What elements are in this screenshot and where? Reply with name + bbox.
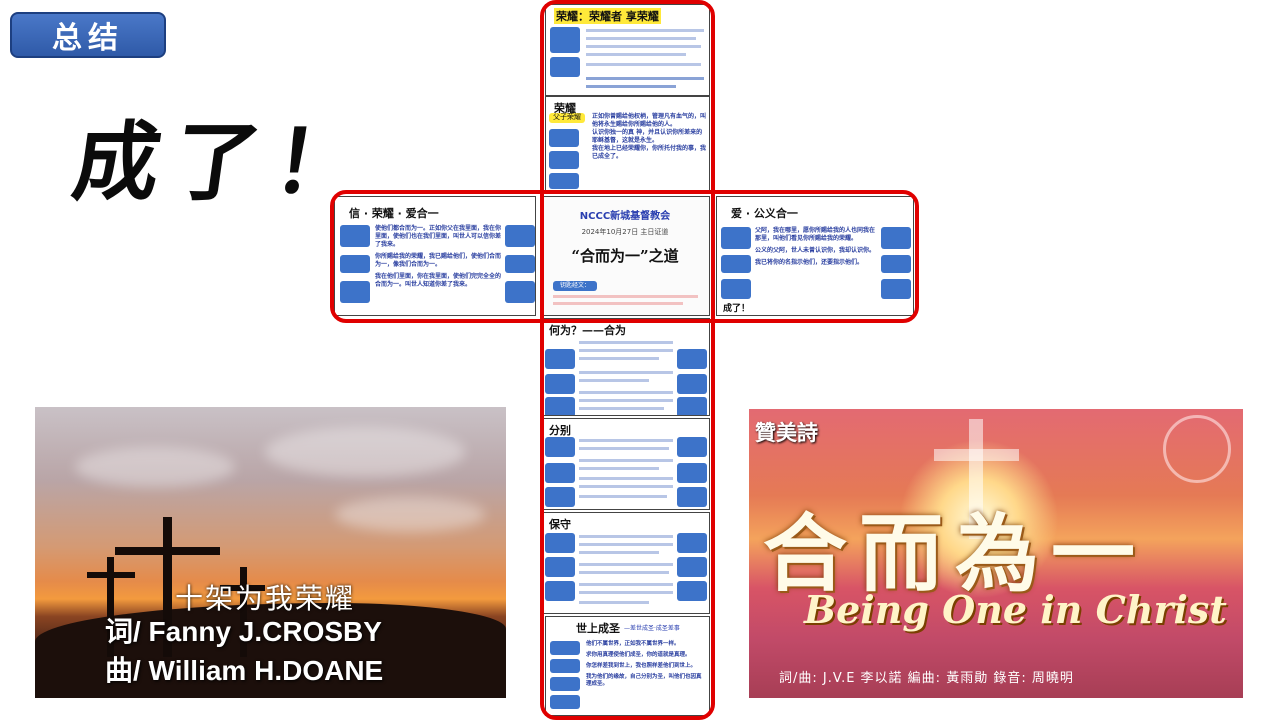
crosses-image: 十架为我荣耀 词/ Fanny J.CROSBY 曲/ William H.DO… [35,407,506,698]
hymn-image: 贊美詩 合而為一 Being One in Christ 詞/曲: J.V.E … [749,409,1243,698]
hymn-tag: 贊美詩 [755,420,818,445]
cross-outline-vertical [540,0,715,720]
music-credit: 曲/ William H.DOANE [105,655,384,686]
cross-outline-horizontal [330,190,919,323]
hymn-credits: 詞/曲: J.V.E 李以諾 編曲: 黃雨勛 錄音: 周曉明 [779,671,1074,686]
lyrics-credit: 词/ Fanny J.CROSBY [105,616,382,647]
summary-badge: 总结 [10,12,166,58]
hymn-subtitle: Being One in Christ [804,587,1227,632]
watermark-logo [1163,415,1231,483]
